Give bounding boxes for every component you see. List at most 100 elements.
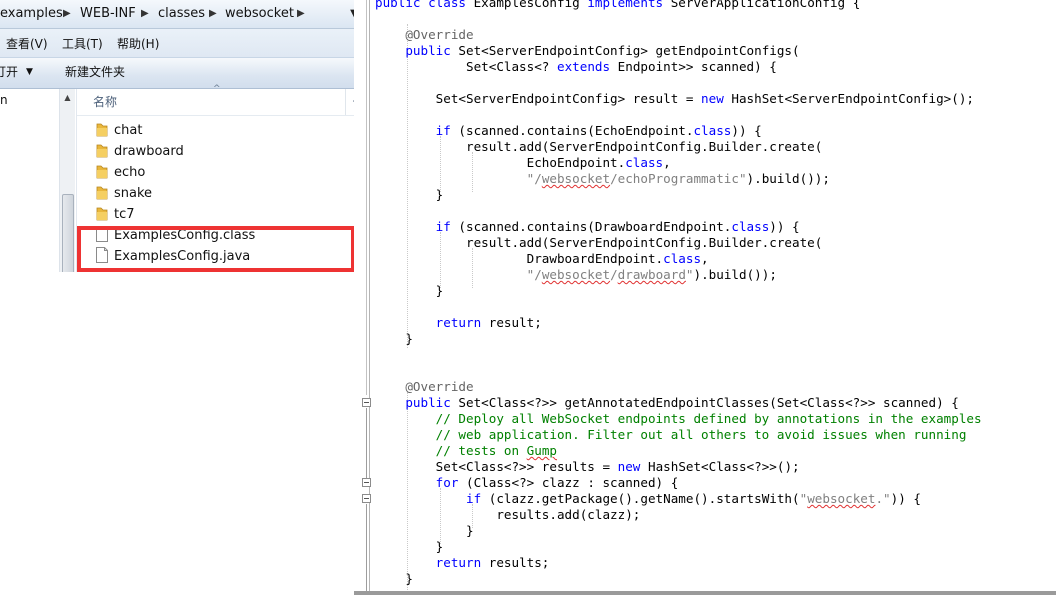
code-line[interactable]: result.add(ServerEndpointConfig.Builder.… [375, 139, 982, 155]
code-line[interactable]: // Deploy all WebSocket endpoints define… [375, 411, 982, 427]
code-line[interactable] [375, 203, 982, 219]
code-line[interactable]: "/websocket/drawboard").build()); [375, 267, 982, 283]
nav-scrollbar[interactable]: ▲ [59, 89, 75, 272]
code-line[interactable]: Set<Class<?>> results = new HashSet<Clas… [375, 459, 982, 475]
code-line[interactable] [375, 11, 982, 27]
code-token: HashSet<ServerEndpointConfig>(); [731, 91, 975, 106]
code-line[interactable] [375, 299, 982, 315]
column-divider[interactable] [345, 89, 346, 115]
code-line[interactable]: } [375, 283, 982, 299]
list-item[interactable]: chat 20 [77, 120, 368, 141]
code-line[interactable]: public class ExamplesConfig implements S… [375, 0, 982, 11]
new-folder-button[interactable]: 新建文件夹 [65, 58, 125, 88]
code-line[interactable]: } [375, 523, 982, 539]
code-line[interactable] [375, 107, 982, 123]
code-line[interactable]: } [375, 571, 982, 587]
code-editor[interactable]: public class ExamplesConfig implements S… [354, 0, 1056, 595]
editor-bottom-border [354, 591, 1056, 595]
code-line[interactable]: return result; [375, 315, 982, 331]
code-line[interactable]: "/websocket/echoProgrammatic").build()); [375, 171, 982, 187]
code-token: Endpoint>> scanned) { [617, 59, 777, 74]
navigation-pane[interactable]: n ▲ [0, 89, 77, 272]
code-line[interactable]: } [375, 539, 982, 555]
code-token: Set<Class<? [375, 59, 557, 74]
code-token: )) { [731, 123, 762, 138]
code-line[interactable]: // tests on Gump [375, 443, 982, 459]
code-token: new [701, 91, 732, 106]
address-bar[interactable]: examples ▶ WEB-INF ▶ classes ▶ websocket… [0, 0, 368, 29]
code-token: } [375, 331, 413, 346]
code-line[interactable]: @Override [375, 379, 982, 395]
class-file-icon [96, 226, 108, 242]
code-line[interactable]: public Set<Class<?>> getAnnotatedEndpoin… [375, 395, 982, 411]
code-token: } [375, 187, 444, 202]
fold-toggle-icon[interactable] [362, 398, 371, 407]
breadcrumb-examples[interactable]: examples [0, 0, 63, 28]
code-line[interactable]: for (Class<?> clazz : scanned) { [375, 475, 982, 491]
breadcrumb-websocket[interactable]: websocket [225, 0, 294, 28]
spellcheck-word: websocket [541, 267, 611, 282]
breadcrumb-separator-icon[interactable]: ▶ [297, 0, 305, 28]
code-line[interactable]: } [375, 187, 982, 203]
code-line[interactable] [375, 75, 982, 91]
fold-toggle-icon[interactable] [362, 478, 371, 487]
code-line[interactable]: public Set<ServerEndpointConfig> getEndp… [375, 43, 982, 59]
code-line[interactable]: EchoEndpoint.class, [375, 155, 982, 171]
code-line[interactable]: if (clazz.getPackage().getName().startsW… [375, 491, 982, 507]
code-token: return [375, 555, 489, 570]
list-item[interactable]: echo 20 [77, 162, 368, 183]
file-explorer-window: examples ▶ WEB-INF ▶ classes ▶ websocket… [0, 0, 368, 272]
code-line[interactable]: if (scanned.contains(DrawboardEndpoint.c… [375, 219, 982, 235]
folder-icon [96, 144, 108, 158]
breadcrumb-web-inf[interactable]: WEB-INF [80, 0, 136, 28]
code-line[interactable] [375, 347, 982, 363]
command-toolbar: 打开 ▼ 新建文件夹 [0, 58, 368, 89]
code-token: (scanned.contains(EchoEndpoint. [458, 123, 694, 138]
list-item[interactable]: ExamplesConfig.class 20 [77, 225, 368, 246]
code-line[interactable]: } [375, 331, 982, 347]
code-line[interactable]: DrawboardEndpoint.class, [375, 251, 982, 267]
code-token: ." [875, 491, 891, 506]
code-token: )) { [890, 491, 921, 506]
code-token: "/ [375, 171, 542, 186]
breadcrumb-separator-icon[interactable]: ▶ [63, 0, 71, 28]
code-line[interactable]: if (scanned.contains(EchoEndpoint.class)… [375, 123, 982, 139]
code-token: class [428, 0, 474, 10]
code-line[interactable] [375, 363, 982, 379]
list-item[interactable]: snake 20 [77, 183, 368, 204]
code-line[interactable]: // web application. Filter out all other… [375, 427, 982, 443]
code-line[interactable]: Set<ServerEndpointConfig> result = new H… [375, 91, 982, 107]
sort-ascending-icon: ^ [213, 84, 221, 94]
open-button[interactable]: 打开 [0, 58, 18, 88]
breadcrumb-separator-icon[interactable]: ▶ [209, 0, 217, 28]
code-token: result.add(ServerEndpointConfig.Builder.… [375, 139, 823, 154]
code-token: ).build()); [746, 171, 830, 186]
menu-tools[interactable]: 工具(T) [62, 29, 103, 57]
nav-tree-item[interactable]: n [0, 93, 8, 107]
folder-icon [96, 207, 108, 221]
fold-toggle-icon[interactable] [362, 494, 371, 503]
list-item[interactable]: tc7 20 [77, 204, 368, 225]
menu-help[interactable]: 帮助(H) [117, 29, 159, 57]
code-token: return [375, 315, 489, 330]
code-line[interactable]: @Override [375, 27, 982, 43]
list-item[interactable]: drawboard 20 [77, 141, 368, 162]
code-token: results; [488, 555, 550, 570]
scrollbar-thumb[interactable] [62, 194, 74, 272]
source-code[interactable]: public class ExamplesConfig implements S… [375, 0, 982, 587]
scroll-up-icon[interactable]: ▲ [60, 91, 75, 105]
open-dropdown-icon[interactable]: ▼ [26, 58, 33, 88]
code-line[interactable]: return results; [375, 555, 982, 571]
breadcrumb-separator-icon[interactable]: ▶ [141, 0, 149, 28]
breadcrumb-classes[interactable]: classes [158, 0, 205, 28]
code-token: if [375, 491, 489, 506]
menu-view[interactable]: 查看(V) [6, 29, 48, 57]
code-token: , [701, 251, 709, 266]
code-line[interactable]: Set<Class<? extends Endpoint>> scanned) … [375, 59, 982, 75]
code-line[interactable]: result.add(ServerEndpointConfig.Builder.… [375, 235, 982, 251]
code-token: (scanned.contains(DrawboardEndpoint. [458, 219, 732, 234]
code-token: Set<ServerEndpointConfig> getEndpointCon… [458, 43, 800, 58]
code-line[interactable]: results.add(clazz); [375, 507, 982, 523]
column-header-name[interactable]: 名称 [93, 89, 117, 115]
list-item[interactable]: ExamplesConfig.java 20 [77, 246, 368, 267]
